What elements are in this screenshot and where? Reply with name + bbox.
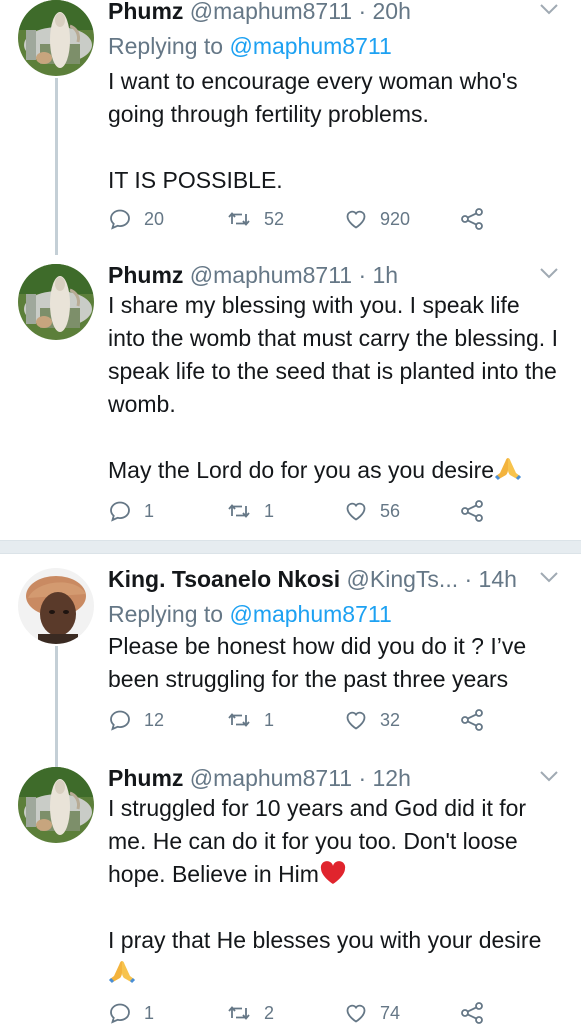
tweet-header: Phumz @maphum8711 · 20h: [108, 0, 581, 26]
avatar[interactable]: [18, 568, 94, 644]
user-handle[interactable]: @maphum8711: [190, 765, 352, 791]
share-button[interactable]: [460, 496, 496, 526]
tweet-header: King. Tsoanelo Nkosi @KingTs... · 14h: [108, 564, 581, 594]
heart-icon: [344, 708, 368, 732]
reply-icon: [108, 1001, 132, 1025]
retweet-count: 1: [264, 500, 275, 521]
avatar[interactable]: [18, 767, 94, 843]
replying-to-handle[interactable]: @maphum8711: [229, 601, 391, 627]
tweet[interactable]: King. Tsoanelo Nkosi @KingTs... · 14h Re…: [0, 566, 581, 768]
replying-to: Replying to @maphum8711: [108, 598, 392, 630]
retweet-count: 52: [264, 208, 285, 229]
timestamp[interactable]: · 12h: [358, 765, 410, 791]
reply-icon: [108, 499, 132, 523]
replying-to: Replying to @maphum8711: [108, 30, 392, 62]
reply-button[interactable]: 12: [108, 705, 164, 735]
tweet-actions: 20 52 920: [108, 204, 508, 234]
display-name[interactable]: Phumz: [108, 262, 183, 288]
thread-line: [55, 646, 58, 768]
share-icon: [460, 708, 484, 732]
reply-icon: [108, 207, 132, 231]
timestamp[interactable]: · 14h: [465, 566, 517, 592]
tweet-actions: 1 1 56: [108, 496, 508, 526]
retweet-button[interactable]: 1: [226, 496, 274, 526]
share-icon: [460, 1001, 484, 1025]
avatar[interactable]: [18, 0, 94, 76]
user-handle[interactable]: @maphum8711: [190, 0, 352, 24]
user-handle[interactable]: @KingTs...: [347, 566, 459, 592]
retweet-count: 2: [264, 1002, 275, 1023]
tweet-text-content-2: I pray that He blesses you with your des…: [108, 927, 542, 953]
share-button[interactable]: [460, 204, 496, 234]
user-handle[interactable]: @maphum8711: [190, 262, 352, 288]
share-button[interactable]: [460, 705, 496, 735]
tweet-text: I share my blessing with you. I speak li…: [108, 289, 563, 487]
like-count: 74: [380, 1002, 401, 1023]
heart-icon: [344, 207, 368, 231]
red-heart-emoji: [319, 860, 347, 886]
heart-icon: [344, 499, 368, 523]
retweet-button[interactable]: 52: [226, 204, 284, 234]
like-count: 32: [380, 709, 401, 730]
like-count: 56: [380, 500, 401, 521]
like-button[interactable]: 920: [344, 204, 410, 234]
chevron-down-icon[interactable]: [539, 570, 559, 584]
folded-hands-emoji: [494, 454, 522, 482]
retweet-icon: [226, 1001, 252, 1025]
like-count: 920: [380, 208, 411, 229]
chevron-down-icon[interactable]: [539, 266, 559, 280]
tweet[interactable]: Phumz @maphum8711 · 1h I share my blessi…: [0, 262, 581, 540]
tweet-actions: 12 1 32: [108, 705, 508, 735]
tweet[interactable]: Phumz @maphum8711 · 20h Replying to @map…: [0, 0, 581, 255]
retweet-icon: [226, 499, 252, 523]
tweet[interactable]: Phumz @maphum8711 · 12h I struggled for …: [0, 765, 581, 1025]
thread-line: [55, 78, 58, 255]
replying-label: Replying to: [108, 33, 230, 59]
like-button[interactable]: 32: [344, 705, 400, 735]
reply-button[interactable]: 1: [108, 496, 154, 526]
share-icon: [460, 207, 484, 231]
retweet-icon: [226, 207, 252, 231]
tweet-text: I want to encourage every woman who's go…: [108, 68, 518, 193]
like-button[interactable]: 56: [344, 496, 400, 526]
replying-label: Replying to: [108, 601, 230, 627]
tweet-text: Please be honest how did you do it ? I’v…: [108, 633, 533, 692]
reply-count: 20: [144, 208, 165, 229]
reply-button[interactable]: 20: [108, 204, 164, 234]
folded-hands-emoji: [108, 957, 136, 985]
tweet-header: Phumz @maphum8711 · 1h: [108, 260, 581, 290]
share-icon: [460, 499, 484, 523]
tweet-text: I struggled for 10 years and God did it …: [108, 792, 563, 990]
conversation-separator: [0, 540, 581, 554]
timestamp[interactable]: · 1h: [358, 262, 398, 288]
chevron-down-icon[interactable]: [539, 769, 559, 783]
timestamp[interactable]: · 20h: [358, 0, 410, 24]
retweet-icon: [226, 708, 252, 732]
replying-to-handle[interactable]: @maphum8711: [229, 33, 391, 59]
reply-count: 1: [144, 500, 155, 521]
retweet-count: 1: [264, 709, 275, 730]
reply-count: 1: [144, 1002, 155, 1023]
display-name[interactable]: Phumz: [108, 0, 183, 24]
reply-icon: [108, 708, 132, 732]
chevron-down-icon[interactable]: [539, 2, 559, 16]
reply-count: 12: [144, 709, 165, 730]
display-name[interactable]: King. Tsoanelo Nkosi: [108, 566, 340, 592]
retweet-button[interactable]: 1: [226, 705, 274, 735]
display-name[interactable]: Phumz: [108, 765, 183, 791]
tweet-header: Phumz @maphum8711 · 12h: [108, 763, 581, 793]
heart-icon: [344, 1001, 368, 1025]
avatar[interactable]: [18, 264, 94, 340]
